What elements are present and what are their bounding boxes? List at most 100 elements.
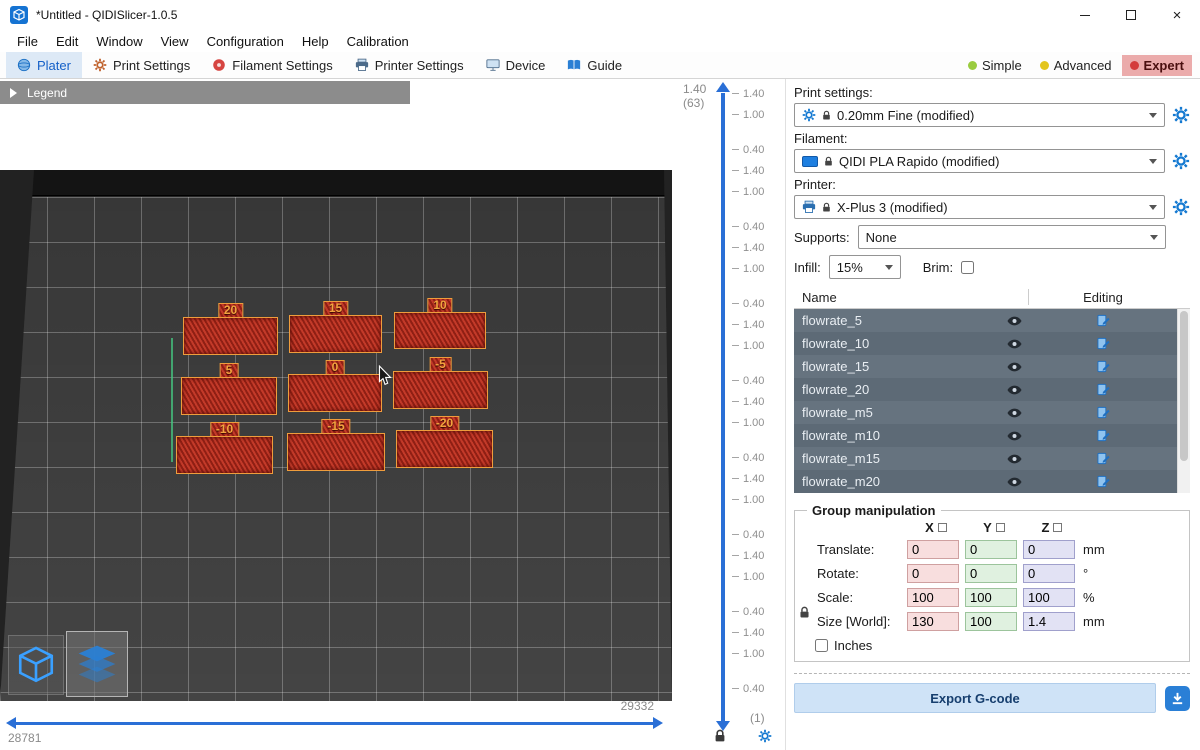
- brim-checkbox[interactable]: [961, 261, 974, 274]
- layer-slider-up-arrow-icon[interactable]: [716, 82, 730, 92]
- move-slider-track[interactable]: [15, 722, 653, 725]
- menu-item[interactable]: Edit: [47, 32, 87, 51]
- object-row[interactable]: flowrate_m5: [794, 401, 1177, 424]
- menu-item[interactable]: View: [152, 32, 198, 51]
- layer-tick[interactable]: 1.00: [732, 181, 764, 202]
- layer-slider-lock-icon[interactable]: [714, 729, 726, 743]
- 3d-view-button[interactable]: [8, 635, 64, 695]
- object-row[interactable]: flowrate_m15: [794, 447, 1177, 470]
- visibility-eye-icon[interactable]: [999, 316, 1029, 326]
- export-gcode-button[interactable]: Export G-code: [794, 683, 1156, 713]
- x-value-input[interactable]: [907, 564, 959, 583]
- uniform-scale-lock-icon[interactable]: [799, 606, 810, 619]
- layer-tick[interactable]: 0.40: [732, 524, 764, 545]
- flowrate-test-object[interactable]: 20: [183, 317, 278, 355]
- z-value-input[interactable]: [1023, 612, 1075, 631]
- mode-simple[interactable]: Simple: [960, 55, 1030, 76]
- object-list-scrollbar[interactable]: [1177, 309, 1190, 493]
- filament-edit-button[interactable]: [1172, 152, 1190, 170]
- printer-combo[interactable]: X-Plus 3 (modified): [794, 195, 1165, 219]
- visibility-eye-icon[interactable]: [999, 362, 1029, 372]
- layer-tick[interactable]: 0.40: [732, 370, 764, 391]
- layer-tick[interactable]: 0.40: [732, 293, 764, 314]
- menu-item[interactable]: File: [8, 32, 47, 51]
- export-to-device-icon[interactable]: [1165, 686, 1190, 711]
- x-value-input[interactable]: [907, 612, 959, 631]
- z-axis-frame-icon[interactable]: [1053, 523, 1062, 532]
- minimize-button[interactable]: [1062, 0, 1108, 30]
- layer-tick[interactable]: 1.40: [732, 83, 764, 104]
- visibility-eye-icon[interactable]: [999, 431, 1029, 441]
- edit-object-settings-icon[interactable]: [1029, 429, 1177, 442]
- y-value-input[interactable]: [965, 540, 1017, 559]
- tab-print-settings[interactable]: Print Settings: [82, 52, 201, 78]
- move-slider-right-arrow-icon[interactable]: [653, 717, 663, 729]
- layer-tick[interactable]: 1.00: [732, 412, 764, 433]
- layer-tick[interactable]: 0.40: [732, 678, 764, 699]
- layer-tick[interactable]: 1.40: [732, 391, 764, 412]
- layer-tick[interactable]: 0.40: [732, 139, 764, 160]
- layer-tick[interactable]: 1.40: [732, 237, 764, 258]
- edit-object-settings-icon[interactable]: [1029, 475, 1177, 488]
- flowrate-test-object[interactable]: -15: [287, 433, 385, 471]
- layer-tick[interactable]: 1.00: [732, 335, 764, 356]
- y-axis-frame-icon[interactable]: [996, 523, 1005, 532]
- edit-object-settings-icon[interactable]: [1029, 452, 1177, 465]
- maximize-button[interactable]: [1108, 0, 1154, 30]
- x-axis-frame-icon[interactable]: [938, 523, 947, 532]
- layer-tick[interactable]: 1.00: [732, 566, 764, 587]
- flowrate-test-object[interactable]: 5: [181, 377, 277, 415]
- infill-combo[interactable]: 15%: [829, 255, 901, 279]
- layer-tick[interactable]: 0.40: [732, 447, 764, 468]
- object-row[interactable]: flowrate_m20: [794, 470, 1177, 493]
- menu-item[interactable]: Window: [87, 32, 151, 51]
- filament-combo[interactable]: QIDI PLA Rapido (modified): [794, 149, 1165, 173]
- x-value-input[interactable]: [907, 540, 959, 559]
- object-row[interactable]: flowrate_15: [794, 355, 1177, 378]
- z-value-input[interactable]: [1023, 564, 1075, 583]
- layer-slider-gear-icon[interactable]: [758, 729, 772, 743]
- layer-tick[interactable]: 1.40: [732, 468, 764, 489]
- layer-tick[interactable]: 1.40: [732, 622, 764, 643]
- menu-item[interactable]: Help: [293, 32, 338, 51]
- object-row[interactable]: flowrate_5: [794, 309, 1177, 332]
- object-row[interactable]: flowrate_10: [794, 332, 1177, 355]
- mode-advanced[interactable]: Advanced: [1032, 55, 1120, 76]
- flowrate-test-object[interactable]: -10: [176, 436, 273, 474]
- menu-item[interactable]: Calibration: [338, 32, 418, 51]
- y-value-input[interactable]: [965, 612, 1017, 631]
- printer-edit-button[interactable]: [1172, 198, 1190, 216]
- tab-device[interactable]: Device: [475, 52, 557, 78]
- legend-bar[interactable]: Legend: [0, 81, 410, 104]
- layer-tick[interactable]: 1.00: [732, 258, 764, 279]
- y-value-input[interactable]: [965, 588, 1017, 607]
- print-settings-combo[interactable]: 0.20mm Fine (modified): [794, 103, 1165, 127]
- visibility-eye-icon[interactable]: [999, 385, 1029, 395]
- menu-item[interactable]: Configuration: [198, 32, 293, 51]
- edit-object-settings-icon[interactable]: [1029, 337, 1177, 350]
- print-settings-edit-button[interactable]: [1172, 106, 1190, 124]
- visibility-eye-icon[interactable]: [999, 477, 1029, 487]
- flowrate-test-object[interactable]: -5: [393, 371, 488, 409]
- tab-guide[interactable]: Guide: [556, 52, 633, 78]
- close-button[interactable]: ×: [1154, 0, 1200, 30]
- flowrate-test-object[interactable]: -20: [396, 430, 493, 468]
- move-slider-left-arrow-icon[interactable]: [6, 717, 16, 729]
- z-value-input[interactable]: [1023, 588, 1075, 607]
- tab-plater[interactable]: Plater: [6, 52, 82, 78]
- 3d-viewport[interactable]: Legend 20 15 10: [0, 79, 672, 750]
- flowrate-test-object[interactable]: 10: [394, 312, 486, 349]
- y-value-input[interactable]: [965, 564, 1017, 583]
- layer-tick[interactable]: 0.40: [732, 216, 764, 237]
- layer-tick[interactable]: 1.40: [732, 160, 764, 181]
- visibility-eye-icon[interactable]: [999, 408, 1029, 418]
- z-value-input[interactable]: [1023, 540, 1075, 559]
- layer-tick[interactable]: 1.00: [732, 104, 764, 125]
- tab-filament-settings[interactable]: Filament Settings: [201, 52, 343, 78]
- flowrate-test-object[interactable]: 15: [289, 315, 382, 353]
- layer-slider-track[interactable]: [721, 93, 725, 721]
- edit-object-settings-icon[interactable]: [1029, 383, 1177, 396]
- mode-expert[interactable]: Expert: [1122, 55, 1192, 76]
- tab-printer-settings[interactable]: Printer Settings: [344, 52, 475, 78]
- layer-tick[interactable]: 1.00: [732, 643, 764, 664]
